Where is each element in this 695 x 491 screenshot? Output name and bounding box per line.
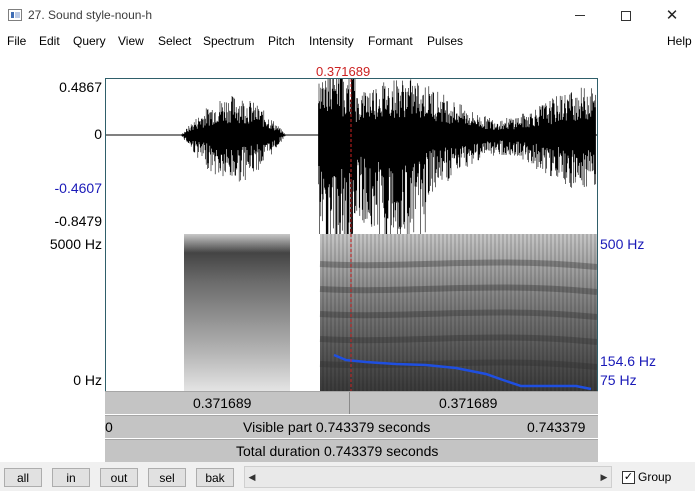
group-checkbox[interactable]: ✓ [622,471,635,484]
frication-region [184,234,290,391]
waveform-panel[interactable] [105,78,598,235]
zoom-selection-button[interactable]: sel [148,468,186,487]
pitch-cursor-value-label: 154.6 Hz [600,353,657,369]
total-duration-label[interactable]: Total duration 0.743379 seconds [236,443,438,459]
zoom-all-button[interactable]: all [4,468,42,487]
minimize-icon [575,15,585,16]
menu-intensity[interactable]: Intensity [309,34,354,48]
title-bar: 27. Sound style-noun-h ✕ [0,0,695,31]
time-bar-divider [349,392,350,414]
menu-formant[interactable]: Formant [368,34,413,48]
waveform-max-label: 0.4867 [59,79,102,95]
menu-bar: File Edit Query View Select Spectrum Pit… [0,31,695,51]
visible-end-time: 0.743379 [527,419,586,435]
spectrogram-plot [184,234,597,391]
menu-edit[interactable]: Edit [39,34,60,48]
selection-time-bar[interactable]: 0.371689 0.371689 [105,391,598,414]
menu-pulses[interactable]: Pulses [427,34,463,48]
zoom-out-button[interactable]: out [100,468,138,487]
scroll-left-arrow-icon[interactable]: ◀ [245,467,259,487]
zoom-back-button[interactable]: bak [196,468,234,487]
scroll-right-arrow-icon[interactable]: ▶ [597,467,611,487]
close-button[interactable]: ✕ [649,0,695,31]
praat-sound-icon [8,9,22,21]
maximize-icon [621,10,631,21]
visible-part-label[interactable]: Visible part 0.743379 seconds [243,419,430,435]
waveform-plot [106,79,597,234]
waveform-cursor-value-label: -0.4607 [54,180,102,196]
visible-part-bar[interactable]: 0 Visible part 0.743379 seconds 0.743379 [105,415,598,438]
menu-help[interactable]: Help [667,34,692,48]
spectrogram-min-freq-label: 0 Hz [73,372,102,388]
cursor-time-label: 0.371689 [316,64,371,79]
menu-pitch[interactable]: Pitch [268,34,295,48]
window-title: 27. Sound style-noun-h [28,8,153,22]
visible-start-time: 0 [105,419,113,435]
maximize-button[interactable] [603,0,649,31]
waveform-zero-label: 0 [94,126,102,142]
menu-file[interactable]: File [7,34,26,48]
bottom-toolbar: all in out sel bak ◀ ▶ ✓ Group [0,462,695,491]
group-label: Group [638,470,672,484]
close-icon: ✕ [665,7,679,24]
pitch-max-label: 500 Hz [600,236,645,252]
menu-spectrum[interactable]: Spectrum [203,34,254,48]
left-part-duration[interactable]: 0.371689 [193,395,251,411]
menu-select[interactable]: Select [158,34,191,48]
minimize-button[interactable] [557,0,603,31]
waveform-min-label: -0.8479 [54,213,102,229]
right-part-duration[interactable]: 0.371689 [439,395,497,411]
menu-query[interactable]: Query [73,34,106,48]
menu-view[interactable]: View [118,34,144,48]
spectrogram-max-freq-label: 5000 Hz [49,236,102,252]
total-duration-bar[interactable]: Total duration 0.743379 seconds [105,439,598,462]
spectrogram-panel[interactable] [105,234,598,391]
pitch-min-label: 75 Hz [600,372,637,388]
checkmark-icon: ✓ [623,471,634,483]
time-scrollbar[interactable] [244,466,612,488]
zoom-in-button[interactable]: in [52,468,90,487]
